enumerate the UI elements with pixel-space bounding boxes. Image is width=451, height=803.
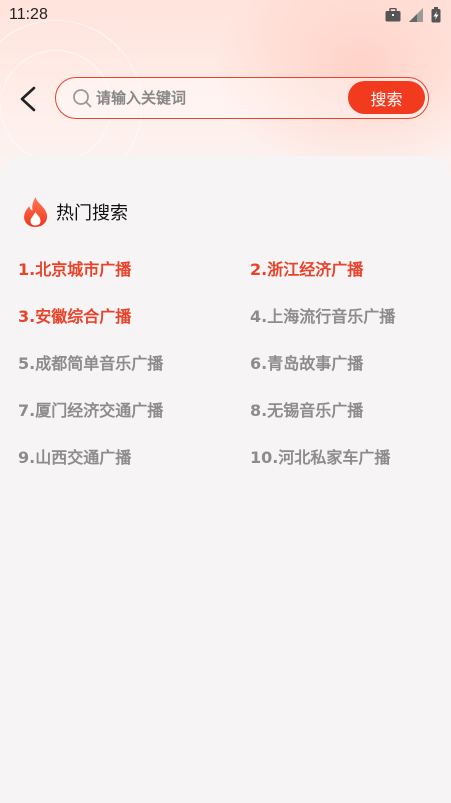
battery-icon [431, 7, 441, 23]
search-box: 搜索 [55, 77, 429, 119]
hot-search-item[interactable]: 3.安徽综合广播 [18, 303, 131, 327]
chevron-left-icon [20, 86, 36, 112]
hot-search-item[interactable]: 6.青岛故事广播 [250, 350, 363, 374]
search-page: 11:28 搜索 [0, 0, 451, 803]
search-input[interactable] [96, 84, 346, 112]
hot-search-item[interactable]: 10.河北私家车广播 [250, 444, 390, 468]
status-bar: 11:28 [0, 0, 451, 32]
fire-icon [24, 197, 48, 227]
hot-search-card: 热门搜索 1.北京城市广播 2.浙江经济广播 3.安徽综合广播 4.上海流行音乐… [0, 156, 451, 803]
hot-search-header: 热门搜索 [22, 196, 128, 228]
signal-icon [409, 8, 423, 22]
hot-search-item[interactable]: 1.北京城市广播 [18, 256, 131, 280]
search-icon [73, 89, 92, 108]
hot-search-item[interactable]: 8.无锡音乐广播 [250, 397, 363, 421]
hot-search-item[interactable]: 5.成都简单音乐广播 [18, 350, 163, 374]
search-button[interactable]: 搜索 [348, 81, 425, 114]
back-button[interactable] [14, 84, 42, 114]
status-icons [385, 7, 441, 23]
hot-search-item[interactable]: 9.山西交通广播 [18, 444, 131, 468]
status-time: 11:28 [9, 6, 48, 23]
briefcase-icon [385, 8, 401, 22]
hot-search-item[interactable]: 7.厦门经济交通广播 [18, 397, 163, 421]
hot-search-item[interactable]: 4.上海流行音乐广播 [250, 303, 395, 327]
hot-search-item[interactable]: 2.浙江经济广播 [250, 256, 363, 280]
hot-search-title: 热门搜索 [56, 203, 128, 224]
